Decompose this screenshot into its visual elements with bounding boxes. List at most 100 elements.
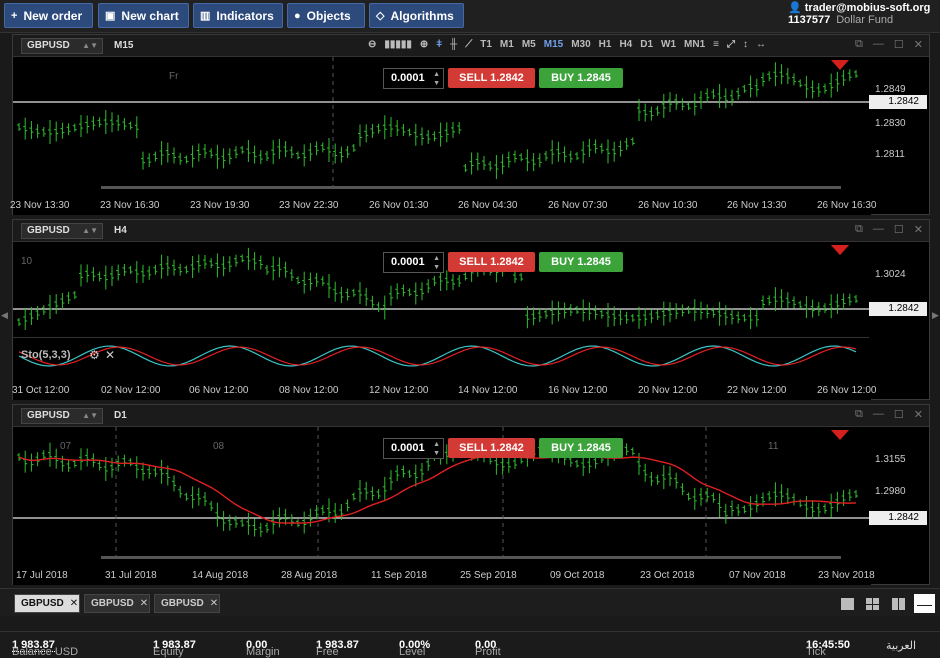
candle-type-icon[interactable]: ╫ — [450, 39, 457, 50]
chart-tab[interactable]: GBPUSD ✕ — [84, 594, 150, 613]
symbol-select[interactable]: GBPUSD ▲▼ — [21, 408, 103, 424]
lot-input[interactable]: 0.0001 ▲ ▼ — [383, 438, 444, 459]
close-icon[interactable]: ✕ — [914, 408, 923, 421]
trade-panel: 0.0001 ▲ ▼ SELL 1.2842 BUY 1.2845 — [383, 438, 623, 459]
sell-button[interactable]: SELL 1.2842 — [448, 68, 535, 88]
bar-chart-icon: ▥ — [200, 10, 211, 22]
minimize-icon[interactable]: — — [873, 38, 884, 51]
chart-tools: ⊖ ▮▮▮▮▮ ⊕ ǂ ╫ ⟋ T1 M1 M5 M15 M30 H1 H4 D1 W1 MN1 ≡ ⤢ ↕ ↔ — [368, 39, 766, 50]
chart-header: GBPUSD ▲▼ M15 ⊖ ▮▮▮▮▮ ⊕ ǂ ╫ ⟋ T1 M1 M5 M15 M30 H1 H… — [13, 35, 929, 57]
user-icon: 👤 — [788, 2, 802, 14]
detach-icon[interactable]: ⧉ — [855, 408, 863, 421]
timeframe-label: M15 — [114, 40, 134, 51]
scrollbar — [101, 186, 841, 189]
detach-icon[interactable]: ⧉ — [855, 223, 863, 236]
price-axis[interactable]: 1.3024 1.2842 — [869, 242, 929, 372]
price-plot[interactable]: 07 08 11 0.0001 ▲ ▼ SELL 1.2842 BUY 1.2845 — [13, 427, 871, 561]
time-axis[interactable]: 17 Jul 2018 31 Jul 2018 14 Aug 2018 28 Aug … — [13, 567, 875, 585]
tf-t1[interactable]: T1 — [480, 39, 492, 50]
sell-button[interactable]: SELL 1.2842 — [448, 438, 535, 458]
close-tab-icon[interactable]: ✕ — [210, 598, 218, 609]
indicators-button[interactable]: ▥ Indicators — [193, 3, 283, 28]
stochastic-k-line — [18, 345, 857, 367]
lot-input[interactable]: 0.0001 ▲ ▼ — [383, 252, 444, 273]
current-price-label: 1.2842 — [869, 95, 927, 109]
lot-input[interactable]: 0.0001 ▲ ▼ — [383, 68, 444, 89]
current-price-label: 1.2842 — [869, 302, 927, 316]
chart-tabs: GBPUSD ✕ GBPUSD ✕ GBPUSD ✕ — [0, 588, 940, 616]
close-icon[interactable]: ✕ — [914, 223, 923, 236]
remove-indicator-icon[interactable]: ✕ — [105, 348, 115, 362]
time-axis[interactable]: 31 Oct 12:00 02 Nov 12:00 06 Nov 12:00 08 N… — [12, 382, 877, 400]
chevron-updown-icon: ▲▼ — [82, 411, 98, 420]
sell-button[interactable]: SELL 1.2842 — [448, 252, 535, 272]
detach-icon[interactable]: ⧉ — [855, 38, 863, 51]
vertical-scale-icon[interactable]: ↕ — [743, 39, 748, 50]
collapse-right-icon[interactable]: ▶ — [932, 310, 939, 321]
objects-button[interactable]: ● Objects — [287, 3, 365, 28]
layout-columns-icon[interactable] — [892, 598, 905, 610]
current-price-label: 1.2842 — [869, 511, 927, 525]
zoom-out-icon[interactable]: ⊖ — [368, 39, 376, 50]
layout-grid-icon[interactable] — [866, 598, 879, 610]
new-order-button[interactable]: + New order — [4, 3, 93, 28]
tf-m5[interactable]: M5 — [522, 39, 536, 50]
chart-tab[interactable]: GBPUSD ✕ — [154, 594, 220, 613]
minimize-icon[interactable]: — — [873, 408, 884, 421]
indicator-list-icon[interactable]: ≡ — [713, 39, 719, 50]
trade-panel: 0.0001 ▲ ▼ SELL 1.2842 BUY 1.2845 — [383, 252, 623, 273]
chart-tab[interactable]: GBPUSD ✕ — [14, 594, 80, 613]
price-axis[interactable]: 1.2849 1.2830 1.2811 1.2842 — [869, 57, 929, 191]
timeframe-label: H4 — [114, 225, 127, 236]
maximize-icon[interactable]: ☐ — [894, 408, 904, 421]
tf-m30[interactable]: M30 — [571, 39, 590, 50]
tf-h1[interactable]: H1 — [599, 39, 612, 50]
zoom-in-icon[interactable]: ⊕ — [420, 39, 428, 50]
symbol-select[interactable]: GBPUSD ▲▼ — [21, 223, 103, 239]
close-tab-icon[interactable]: ✕ — [140, 598, 148, 609]
new-chart-button[interactable]: ▣ New chart — [98, 3, 189, 28]
account-info[interactable]: 👤 trader@mobius-soft.org 1137577 Dollar F… — [788, 1, 934, 26]
price-axis[interactable]: 1.3155 1.2980 1.2842 — [869, 427, 929, 561]
alert-arrow-icon — [831, 245, 849, 255]
price-plot[interactable]: 10 0.0001 ▲ ▼ SELL 1.2842 BUY 1.2845 — [13, 242, 871, 336]
maximize-icon[interactable]: ☐ — [894, 223, 904, 236]
timeframe-label: D1 — [114, 410, 127, 421]
settings-icon[interactable]: ⚙ — [89, 348, 100, 362]
tf-d1[interactable]: D1 — [640, 39, 653, 50]
spinner-icon[interactable]: ▲ ▼ — [433, 253, 440, 272]
layout-rows-icon[interactable] — [914, 594, 935, 613]
tf-mn1[interactable]: MN1 — [684, 39, 705, 50]
tf-m15[interactable]: M15 — [544, 39, 563, 50]
buy-button[interactable]: BUY 1.2845 — [539, 252, 623, 272]
line-type-icon[interactable]: ⟋ — [465, 39, 472, 50]
chart-header: GBPUSD ▲▼ D1 ⧉ — ☐ ✕ — [13, 405, 929, 427]
layout-single-icon[interactable] — [841, 598, 854, 610]
spinner-icon[interactable]: ▲ ▼ — [433, 69, 440, 88]
time-axis[interactable]: 23 Nov 13:30 23 Nov 16:30 23 Nov 19:30 23 N… — [10, 197, 877, 215]
zoom-slider[interactable]: ▮▮▮▮▮ — [384, 39, 412, 50]
window-controls: ⧉ — ☐ ✕ — [855, 38, 923, 51]
close-icon[interactable]: ✕ — [914, 38, 923, 51]
autoscale-icon[interactable]: ⤢ — [727, 39, 735, 50]
bar-type-icon[interactable]: ǂ — [436, 39, 442, 50]
language-selector[interactable]: العربية — [886, 639, 916, 652]
close-tab-icon[interactable]: ✕ — [70, 598, 78, 609]
tf-m1[interactable]: M1 — [500, 39, 514, 50]
symbol-select[interactable]: GBPUSD ▲▼ — [21, 38, 103, 54]
collapse-left-icon[interactable]: ◀ — [1, 310, 8, 321]
tf-w1[interactable]: W1 — [661, 39, 676, 50]
spinner-icon[interactable]: ▲ ▼ — [433, 439, 440, 458]
minimize-icon[interactable]: — — [873, 223, 884, 236]
buy-button[interactable]: BUY 1.2845 — [539, 68, 623, 88]
price-plot[interactable]: Fr 0.0001 ▲ ▼ SELL 1.2842 BUY 1.2845 — [13, 57, 871, 191]
algorithms-button[interactable]: ◇ Algorithms — [369, 3, 464, 28]
horizontal-scale-icon[interactable]: ↔ — [756, 39, 766, 50]
maximize-icon[interactable]: ☐ — [894, 38, 904, 51]
plus-icon: + — [11, 9, 18, 22]
stochastic-pane[interactable]: Sto(5,3,3) ⚙ ✕ — [13, 337, 871, 372]
window-controls: ⧉ — ☐ ✕ — [855, 223, 923, 236]
buy-button[interactable]: BUY 1.2845 — [539, 438, 623, 458]
chart-window-m15: GBPUSD ▲▼ M15 ⊖ ▮▮▮▮▮ ⊕ ǂ ╫ ⟋ T1 M1 M5 M15 M30 H1 H… — [10, 34, 930, 215]
tf-h4[interactable]: H4 — [619, 39, 632, 50]
